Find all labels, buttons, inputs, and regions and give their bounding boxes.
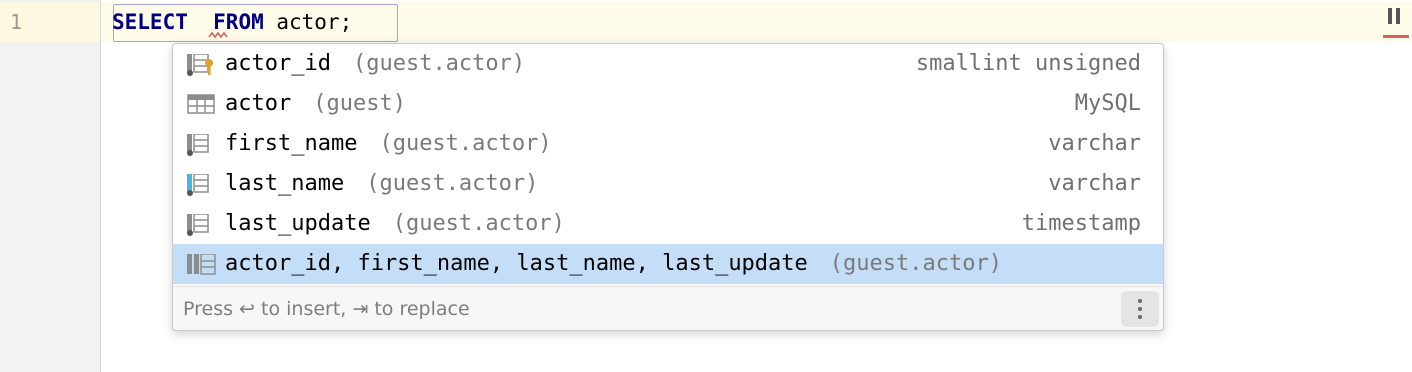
item-context: (guest.actor): [366, 171, 539, 196]
completion-popup[interactable]: actor_id (guest.actor) smallint unsigned …: [172, 43, 1164, 331]
item-name: first_name: [225, 131, 358, 156]
item-type: MySQL: [1074, 91, 1141, 116]
completion-item[interactable]: last_name (guest.actor) varchar: [173, 164, 1163, 204]
item-context: (guest.actor): [829, 251, 1002, 276]
item-name: actor: [225, 91, 292, 116]
item-label: actor (guest): [225, 84, 406, 124]
completion-item-selected[interactable]: actor_id, first_name, last_name, last_up…: [173, 244, 1163, 284]
item-name: actor_id: [225, 51, 331, 76]
item-label: last_name (guest.actor): [225, 164, 538, 204]
completion-hint: Press ↩ to insert, ⇥ to replace: [183, 298, 470, 320]
more-options-button[interactable]: [1121, 291, 1159, 327]
column-icon: [187, 214, 209, 236]
error-squiggle-icon: [208, 31, 228, 39]
item-name: last_update: [225, 211, 371, 236]
item-type: varchar: [1048, 131, 1141, 156]
item-type: smallint unsigned: [915, 51, 1141, 76]
table-reference: actor;: [263, 10, 353, 34]
completion-list: actor_id (guest.actor) smallint unsigned …: [173, 44, 1163, 284]
completion-item[interactable]: last_update (guest.actor) timestamp: [173, 204, 1163, 244]
item-label: first_name (guest.actor): [225, 124, 552, 164]
pause-icon[interactable]: [1388, 8, 1402, 24]
line-number: 1: [10, 10, 23, 34]
item-label: actor_id (guest.actor): [225, 44, 525, 84]
table-icon: [187, 94, 215, 114]
item-name: last_name: [225, 171, 345, 196]
item-name: actor_id, first_name, last_name, last_up…: [225, 251, 808, 276]
completion-item[interactable]: first_name (guest.actor) varchar: [173, 124, 1163, 164]
item-label: actor_id, first_name, last_name, last_up…: [225, 244, 1002, 284]
completion-item[interactable]: actor_id (guest.actor) smallint unsigned: [173, 44, 1163, 84]
item-type: varchar: [1048, 171, 1141, 196]
indexed-column-icon: [187, 174, 209, 196]
code-line[interactable]: SELECT FROM actor;: [112, 10, 352, 34]
item-type: timestamp: [1021, 211, 1141, 236]
item-context: (guest.actor): [392, 211, 565, 236]
all-columns-icon: [187, 254, 216, 275]
column-icon: [187, 134, 209, 156]
item-context: (guest): [313, 91, 406, 116]
completion-footer: Press ↩ to insert, ⇥ to replace: [173, 286, 1163, 330]
error-stripe-marker[interactable]: [1383, 35, 1409, 38]
item-context: (guest.actor): [379, 131, 552, 156]
item-context: (guest.actor): [352, 51, 526, 76]
sql-editor[interactable]: 1 SELECT FROM actor; actor_id (guest.acto…: [0, 0, 1412, 372]
keyword-select: SELECT: [112, 10, 188, 34]
completion-item[interactable]: actor (guest) MySQL: [173, 84, 1163, 124]
primary-key-column-icon: [187, 54, 213, 76]
item-label: last_update (guest.actor): [225, 204, 565, 244]
line-gutter[interactable]: 1: [0, 0, 101, 372]
